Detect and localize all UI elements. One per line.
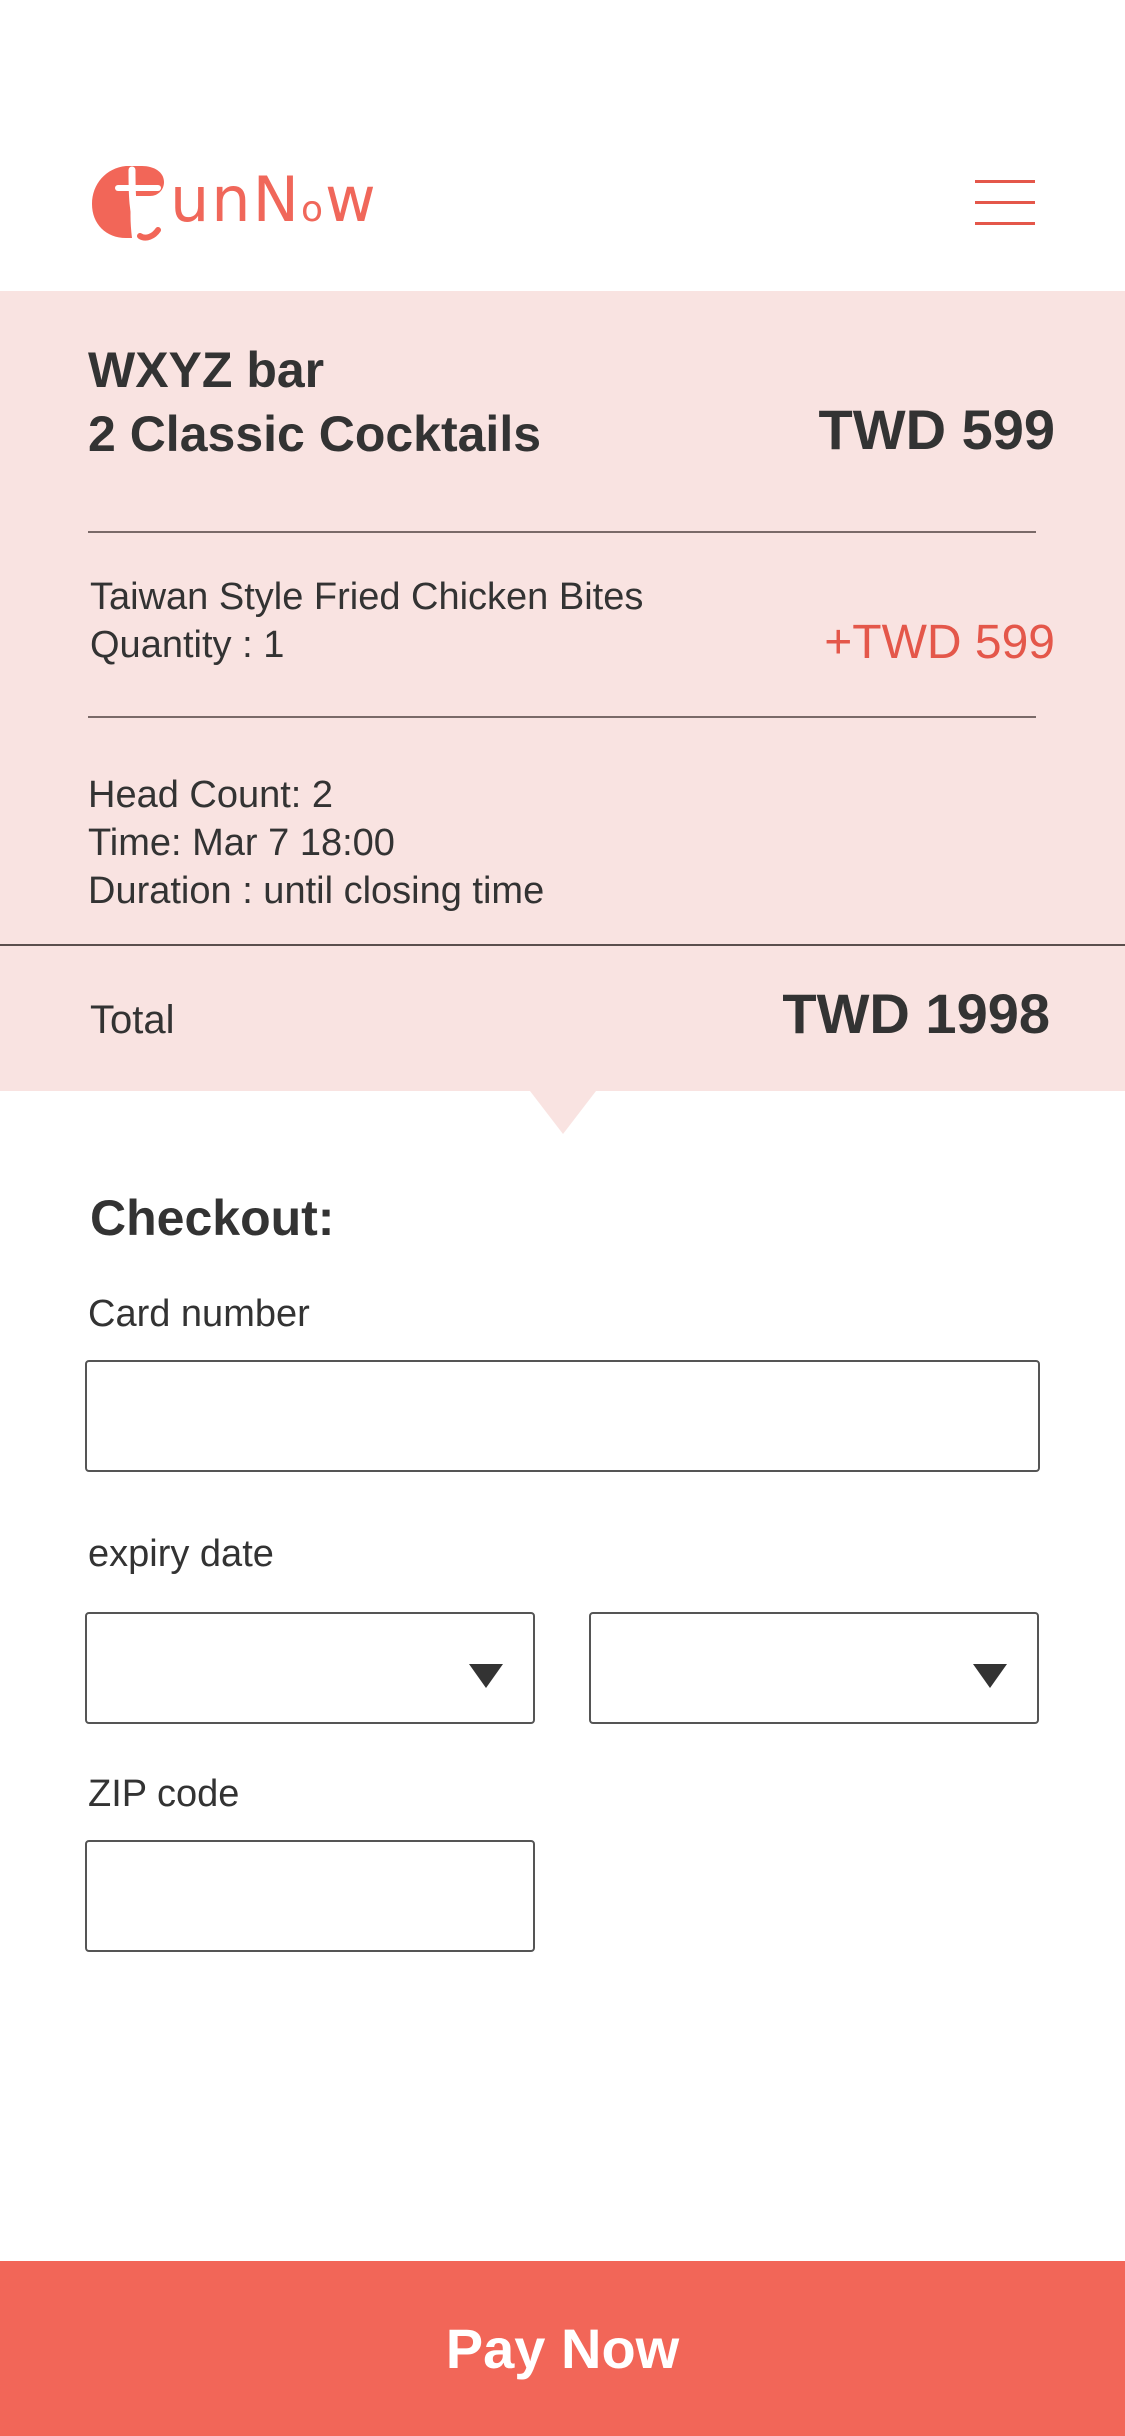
card-number-input[interactable] xyxy=(85,1360,1040,1472)
checkout-title: Checkout: xyxy=(90,1190,335,1246)
zip-code-label: ZIP code xyxy=(88,1773,240,1815)
expiry-date-label: expiry date xyxy=(88,1533,274,1575)
head-count: Head Count: 2 xyxy=(88,774,334,816)
booking-duration: Duration : until closing time xyxy=(88,870,545,912)
zip-code-input[interactable] xyxy=(85,1840,535,1952)
caret-down-icon xyxy=(469,1664,503,1688)
caret-down-icon xyxy=(973,1664,1007,1688)
booking-time: Time: Mar 7 18:00 xyxy=(88,822,395,864)
total-divider xyxy=(0,944,1125,946)
addon-price: +TWD 599 xyxy=(824,616,1055,669)
expiry-month-select[interactable] xyxy=(85,1612,535,1724)
deal-price: TWD 599 xyxy=(818,398,1056,461)
pay-now-label: Pay Now xyxy=(445,2316,680,2380)
addon-quantity: Quantity : 1 xyxy=(90,624,285,666)
funnow-logo[interactable]: unNow xyxy=(88,162,378,242)
hamburger-menu-icon[interactable] xyxy=(975,180,1035,226)
card-number-label: Card number xyxy=(88,1293,310,1335)
logo-wordmark: unNow xyxy=(170,163,378,237)
deal-name: 2 Classic Cocktails xyxy=(88,406,542,462)
total-value: TWD 1998 xyxy=(782,982,1050,1045)
app-header: unNow xyxy=(0,0,1125,291)
logo-mark-icon xyxy=(88,162,168,242)
summary-pointer xyxy=(530,1091,596,1134)
divider xyxy=(88,716,1036,718)
total-label: Total xyxy=(90,998,175,1042)
addon-name: Taiwan Style Fried Chicken Bites xyxy=(90,576,644,618)
order-summary: WXYZ bar 2 Classic Cocktails TWD 599 Tai… xyxy=(0,291,1125,1134)
divider xyxy=(88,531,1036,533)
expiry-year-select[interactable] xyxy=(589,1612,1039,1724)
pay-now-button[interactable]: Pay Now xyxy=(0,2261,1125,2436)
venue-name: WXYZ bar xyxy=(88,342,325,398)
